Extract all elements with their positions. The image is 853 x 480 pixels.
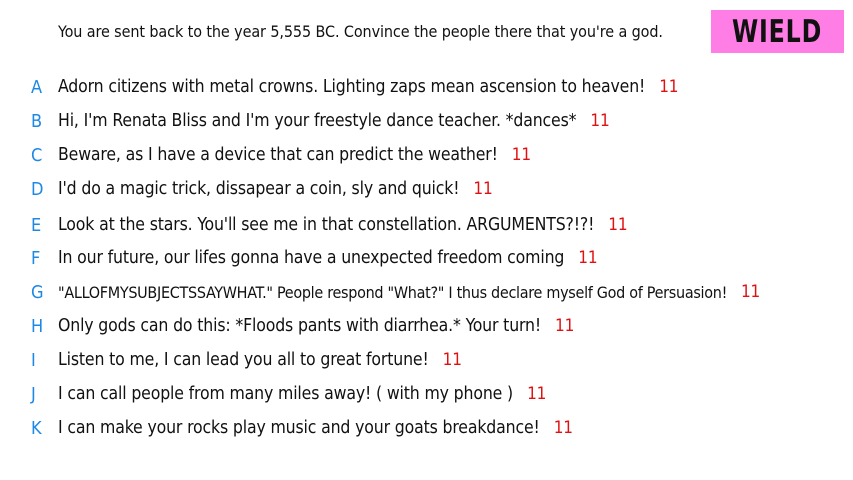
answer-letter: D — [31, 178, 44, 200]
answer-score: 11 — [442, 350, 462, 370]
answer-letter: A — [31, 76, 43, 98]
answer-letter: B — [31, 110, 43, 132]
answer-score: 11 — [659, 77, 679, 97]
answer-score: 11 — [555, 316, 575, 336]
answer-score: 11 — [553, 418, 573, 438]
answer-text: Only gods can do this: *Floods pants wit… — [58, 316, 542, 336]
answer-text: I'd do a magic trick, dissapear a coin, … — [58, 179, 460, 199]
answer-list: A Adorn citizens with metal crowns. Ligh… — [0, 0, 853, 480]
answer-score: 11 — [578, 248, 598, 268]
answer-letter: F — [31, 247, 41, 269]
answer-text: Adorn citizens with metal crowns. Lighti… — [58, 77, 646, 97]
answer-text: Look at the stars. You'll see me in that… — [58, 215, 595, 235]
answer-letter: I — [31, 349, 36, 371]
answer-score: 11 — [473, 179, 493, 199]
answer-letter: J — [31, 383, 36, 405]
answer-letter: H — [31, 315, 44, 337]
answer-score: 11 — [608, 215, 628, 235]
answer-score: 11 — [527, 384, 547, 404]
answer-score: 11 — [590, 111, 610, 131]
answer-text: Listen to me, I can lead you all to grea… — [58, 350, 429, 370]
answer-letter: K — [31, 417, 42, 439]
answer-letter: G — [31, 281, 44, 303]
answer-score: 11 — [511, 145, 531, 165]
answer-text: "ALLOFMYSUBJECTSSAYWHAT." People respond… — [58, 282, 728, 302]
answer-text: I can call people from many miles away! … — [58, 384, 514, 404]
answer-letter: E — [31, 214, 42, 236]
answer-score: 11 — [741, 282, 760, 302]
answer-letter: C — [31, 144, 43, 166]
answer-text: Hi, I'm Renata Bliss and I'm your freest… — [58, 111, 577, 131]
answer-text: In our future, our lifes gonna have a un… — [58, 248, 565, 268]
answer-text: Beware, as I have a device that can pred… — [58, 145, 498, 165]
answer-text: I can make your rocks play music and you… — [58, 418, 540, 438]
